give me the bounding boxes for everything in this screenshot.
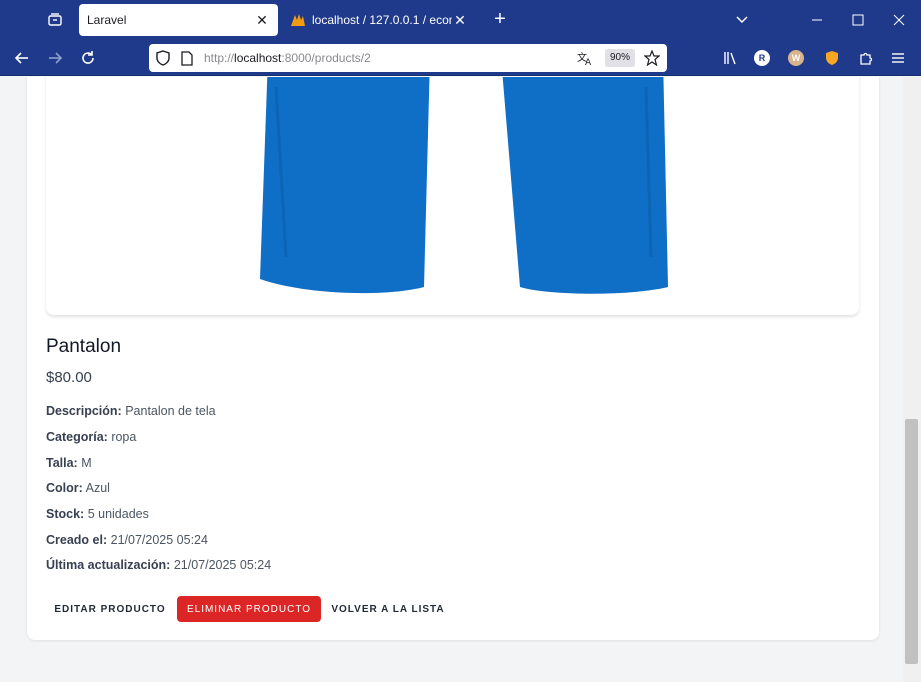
star-icon[interactable]	[644, 50, 660, 66]
translate-icon[interactable]: 文A	[577, 50, 593, 66]
page-viewport: Pantalon $80.00 Descripción: Pantalon de…	[0, 77, 903, 682]
delete-product-button[interactable]: ELIMINAR PRODUCTO	[177, 596, 321, 622]
minimize-icon[interactable]	[807, 10, 827, 30]
product-image	[46, 77, 859, 315]
detail-categoria: Categoría: ropa	[46, 430, 137, 444]
shield-icon[interactable]	[155, 50, 171, 66]
tab-laravel[interactable]: Laravel ✕	[79, 4, 278, 36]
product-card	[27, 77, 879, 640]
tab-title: localhost / 127.0.0.1 / ecommerce	[312, 13, 452, 27]
chevron-down-icon[interactable]	[734, 12, 750, 28]
back-to-list-button[interactable]: VOLVER A LA LISTA	[328, 596, 448, 622]
reload-icon[interactable]	[78, 48, 98, 68]
menu-icon[interactable]	[888, 48, 908, 68]
tab-bar: Laravel ✕ localhost / 127.0.0.1 / ecomme…	[0, 0, 921, 40]
detail-creado: Creado el: 21/07/2025 05:24	[46, 533, 208, 547]
svg-text:A: A	[585, 58, 592, 66]
phpmyadmin-icon	[291, 14, 305, 26]
detail-color: Color: Azul	[46, 481, 110, 495]
zoom-level-badge[interactable]: 90%	[605, 49, 635, 67]
page-icon[interactable]	[179, 50, 195, 66]
maximize-icon[interactable]	[848, 10, 868, 30]
new-tab-icon[interactable]: +	[490, 9, 510, 30]
detail-stock: Stock: 5 unidades	[46, 507, 149, 521]
tab-title: Laravel	[87, 13, 127, 27]
extensions-puzzle-icon[interactable]	[856, 48, 876, 68]
detail-descripcion: Descripción: Pantalon de tela	[46, 404, 216, 418]
close-icon[interactable]: ✕	[254, 12, 270, 28]
forward-arrow-icon[interactable]	[45, 48, 65, 68]
shield-extension-icon[interactable]	[822, 48, 842, 68]
tab-overview-icon[interactable]	[44, 9, 66, 31]
navigation-toolbar: http://localhost:8000/products/2 文A 90% …	[0, 40, 921, 76]
vertical-scrollbar[interactable]	[903, 77, 921, 682]
pants-image	[260, 77, 668, 294]
url-bar[interactable]: http://localhost:8000/products/2 文A 90%	[149, 44, 667, 72]
product-name: Pantalon	[46, 336, 122, 357]
library-icon[interactable]	[720, 48, 740, 68]
extension-w-icon[interactable]: W	[786, 48, 806, 68]
close-icon[interactable]: ✕	[452, 12, 468, 28]
detail-actualizacion: Última actualización: 21/07/2025 05:24	[46, 558, 272, 572]
scrollbar-thumb[interactable]	[905, 419, 918, 664]
tab-phpmyadmin[interactable]: localhost / 127.0.0.1 / ecommerce ✕	[284, 4, 474, 36]
product-price: $80.00	[46, 369, 92, 386]
url-text[interactable]: http://localhost:8000/products/2	[204, 51, 371, 65]
detail-talla: Talla: M	[46, 456, 92, 470]
extension-r-icon[interactable]: R	[752, 48, 772, 68]
window-close-icon[interactable]	[889, 10, 909, 30]
edit-product-button[interactable]: EDITAR PRODUCTO	[48, 596, 172, 622]
back-arrow-icon[interactable]	[12, 48, 32, 68]
